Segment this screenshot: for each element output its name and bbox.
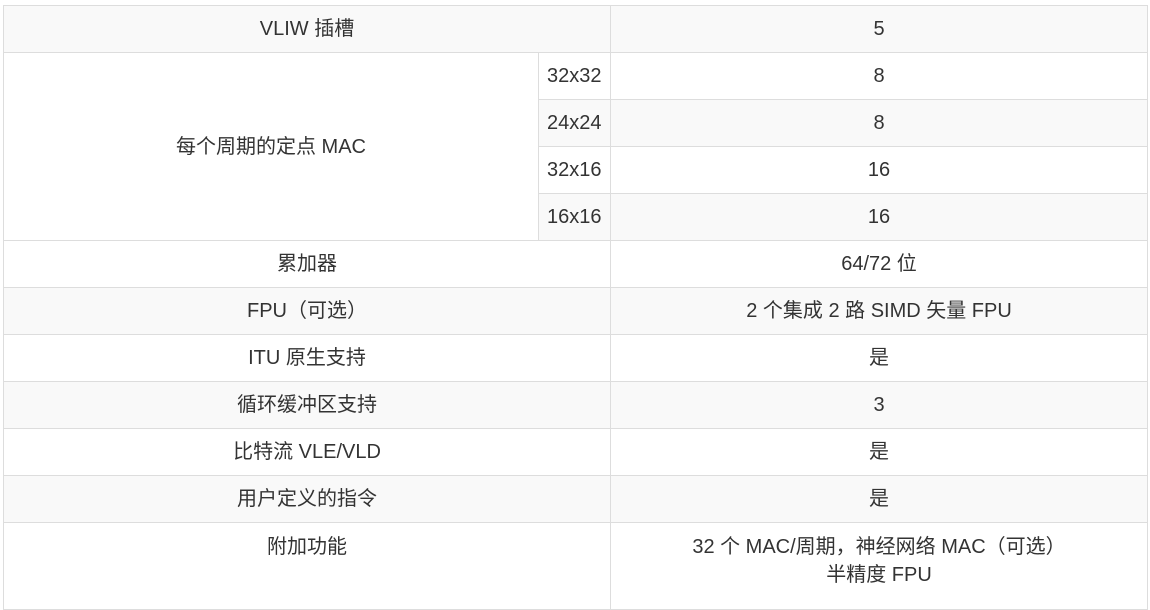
accumulator-label: 累加器: [2, 240, 612, 288]
mac-value-24x24: 8: [610, 99, 1149, 147]
extra-features-line-2: 半精度 FPU: [826, 564, 932, 586]
table-row-bitstream: 比特流 VLE/VLD 是: [2, 428, 1149, 476]
extra-features-label: 附加功能: [2, 522, 612, 610]
itu-value: 是: [610, 334, 1149, 382]
mac-size-32x16: 32x16: [537, 146, 612, 194]
mac-size-16x16: 16x16: [537, 193, 612, 241]
mac-value-32x32: 8: [610, 52, 1149, 100]
mac-size-32x32: 32x32: [537, 52, 612, 100]
table-row-mac-32x32: 每个周期的定点 MAC 32x32 8: [3, 52, 1149, 241]
extra-features-line-1: 32 个 MAC/周期，神经网络 MAC（可选）: [692, 536, 1066, 558]
user-instructions-label: 用户定义的指令: [2, 475, 612, 523]
mac-value-32x16: 16: [610, 146, 1149, 194]
table-row-accumulator: 累加器 64/72 位: [2, 240, 1149, 288]
circular-buffer-label: 循环缓冲区支持: [2, 381, 612, 429]
table-row-user-instructions: 用户定义的指令 是: [2, 475, 1149, 523]
fpu-value: 2 个集成 2 路 SIMD 矢量 FPU: [610, 287, 1149, 335]
fpu-label: FPU（可选）: [2, 287, 612, 335]
user-instructions-value: 是: [610, 475, 1149, 523]
table-row-vliw: VLIW 插槽 5: [2, 5, 1149, 53]
mac-label: 每个周期的定点 MAC: [3, 52, 539, 241]
table-row-circular-buffer: 循环缓冲区支持 3: [2, 381, 1149, 429]
mac-size-24x24: 24x24: [537, 99, 612, 147]
table-row-itu: ITU 原生支持 是: [2, 334, 1149, 382]
extra-features-value: 32 个 MAC/周期，神经网络 MAC（可选） 半精度 FPU: [610, 522, 1149, 610]
itu-label: ITU 原生支持: [2, 334, 612, 382]
mac-value-16x16: 16: [610, 193, 1149, 241]
circular-buffer-value: 3: [610, 381, 1149, 429]
spec-table: VLIW 插槽 5 每个周期的定点 MAC 32x32 8 24x24 8 32…: [2, 5, 1149, 610]
table-row-fpu: FPU（可选） 2 个集成 2 路 SIMD 矢量 FPU: [2, 287, 1149, 335]
vliw-label: VLIW 插槽: [2, 5, 612, 53]
table-row-extra-features: 附加功能 32 个 MAC/周期，神经网络 MAC（可选） 半精度 FPU: [2, 522, 1149, 610]
bitstream-value: 是: [610, 428, 1149, 476]
vliw-value: 5: [610, 5, 1149, 53]
bitstream-label: 比特流 VLE/VLD: [2, 428, 612, 476]
accumulator-value: 64/72 位: [610, 240, 1149, 288]
